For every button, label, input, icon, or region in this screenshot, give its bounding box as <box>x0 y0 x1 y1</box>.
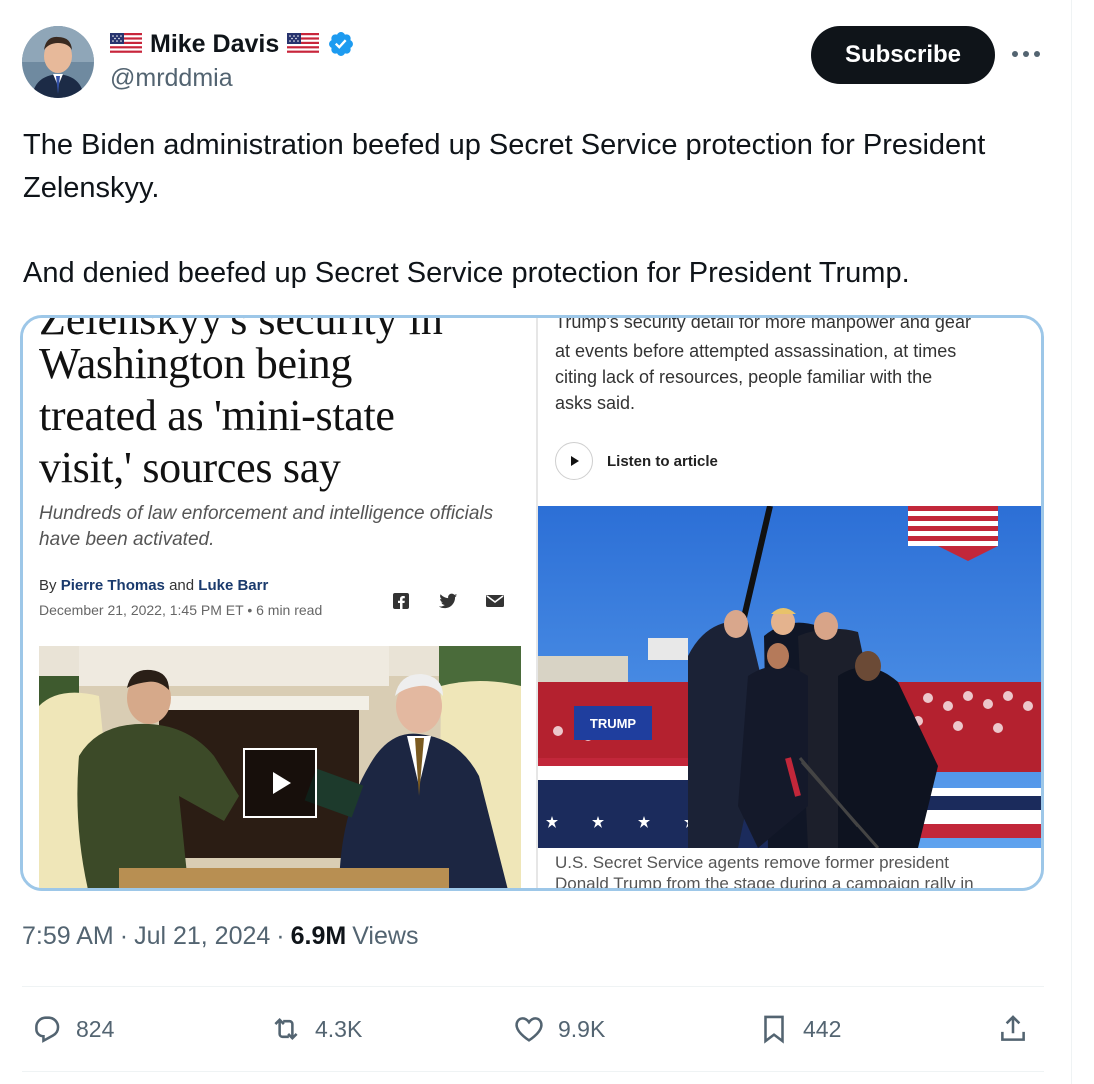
views-count: 6.9M <box>290 922 347 950</box>
meta-separator: · <box>276 922 285 950</box>
tweet-date[interactable]: Jul 21, 2024 <box>134 922 270 951</box>
author-handle[interactable]: @mrddmia <box>110 64 233 93</box>
repost-button[interactable]: 4.3K <box>269 1012 362 1046</box>
byline-and: and <box>169 577 195 594</box>
us-flag-icon <box>287 33 320 55</box>
tweet-time[interactable]: 7:59 AM <box>22 922 114 951</box>
tweet-meta: 7:59 AM · Jul 21, 2024 · 6.9M Views <box>22 922 418 951</box>
tweet-actions: 824 4.3K 9.9K 442 <box>22 1004 1044 1056</box>
article-read-time: • 6 min read <box>247 602 323 618</box>
trump-rally-photo: TRUMP <box>538 506 1041 848</box>
bookmark-count: 442 <box>803 1015 842 1042</box>
subscribe-button[interactable]: Subscribe <box>811 26 995 84</box>
article-text-line: citing lack of resources, people familia… <box>555 367 933 387</box>
article-text: at events before attempted assassination… <box>555 338 1025 416</box>
article-text-line: asks said. <box>555 393 636 413</box>
more-dots-icon[interactable] <box>1006 38 1046 70</box>
bookmark-button[interactable]: 442 <box>757 1012 841 1046</box>
us-flag-icon <box>110 33 142 55</box>
repost-count: 4.3K <box>315 1015 363 1042</box>
byline-author: Luke Barr <box>198 577 269 594</box>
timeline-border <box>1071 0 1072 1084</box>
reply-button[interactable]: 824 <box>30 1012 114 1046</box>
tweet-media[interactable]: Zelenskyy's security in Washington being… <box>20 315 1044 891</box>
article-dateline: December 21, 2022, 1:45 PM ET • 6 min re… <box>39 602 322 618</box>
photo-caption: U.S. Secret Service agents remove former… <box>555 852 1035 888</box>
article-text-cut: Trump's security detail for more manpowe… <box>555 318 971 332</box>
caption-line: Donald Trump from the stage during a cam… <box>555 874 974 888</box>
article-date: December 21, 2022, 1:45 PM ET <box>39 602 244 618</box>
author-name-row[interactable]: Mike Davis <box>110 28 355 60</box>
zelenskyy-biden-photo <box>39 646 521 888</box>
tweet-text: The Biden administration beefed up Secre… <box>23 124 1043 295</box>
listen-label[interactable]: Listen to article <box>607 453 718 470</box>
media-image-left[interactable]: Zelenskyy's security in Washington being… <box>23 318 536 888</box>
verified-badge-icon[interactable] <box>327 30 355 58</box>
reply-count: 824 <box>76 1015 115 1042</box>
listen-to-article[interactable]: Listen to article <box>555 442 718 480</box>
headline-line: Washington being <box>39 339 353 388</box>
play-icon[interactable] <box>555 442 593 480</box>
divider <box>22 986 1044 987</box>
article-byline: By Pierre Thomas and Luke Barr <box>39 577 268 594</box>
tweet-paragraph: And denied beefed up Secret Service prot… <box>23 257 910 289</box>
meta-separator: · <box>119 922 129 950</box>
facebook-icon <box>390 590 412 612</box>
byline-author: Pierre Thomas <box>60 577 165 594</box>
like-button[interactable]: 9.9K <box>512 1012 605 1046</box>
like-count: 9.9K <box>558 1015 606 1042</box>
trump-sign-text: TRUMP <box>590 716 637 731</box>
headline-line: treated as 'mini-state <box>39 391 395 440</box>
author-display-name[interactable]: Mike Davis <box>150 30 279 59</box>
article-subhead: Hundreds of law enforcement and intellig… <box>39 503 494 550</box>
bookmark-icon <box>764 1015 784 1044</box>
email-icon <box>484 590 506 612</box>
article-text-line: at events before attempted assassination… <box>555 341 957 361</box>
play-icon[interactable] <box>243 748 317 818</box>
byline-prefix: By <box>39 577 57 594</box>
heart-icon <box>515 1017 543 1042</box>
headline-line: visit,' sources say <box>39 443 341 492</box>
article-headline: Washington being treated as 'mini-state … <box>39 338 519 494</box>
views-label: Views <box>352 922 419 950</box>
share-icon <box>1001 1015 1025 1041</box>
share-button[interactable] <box>996 1012 1030 1046</box>
divider <box>22 1071 1044 1072</box>
media-image-right[interactable]: Trump's security detail for more manpowe… <box>538 318 1041 888</box>
caption-line: U.S. Secret Service agents remove former… <box>555 853 949 872</box>
tweet-paragraph: The Biden administration beefed up Secre… <box>23 129 986 204</box>
avatar[interactable] <box>22 26 94 98</box>
repost-icon <box>274 1017 298 1041</box>
reply-icon <box>35 1016 60 1043</box>
twitter-icon <box>437 590 459 612</box>
